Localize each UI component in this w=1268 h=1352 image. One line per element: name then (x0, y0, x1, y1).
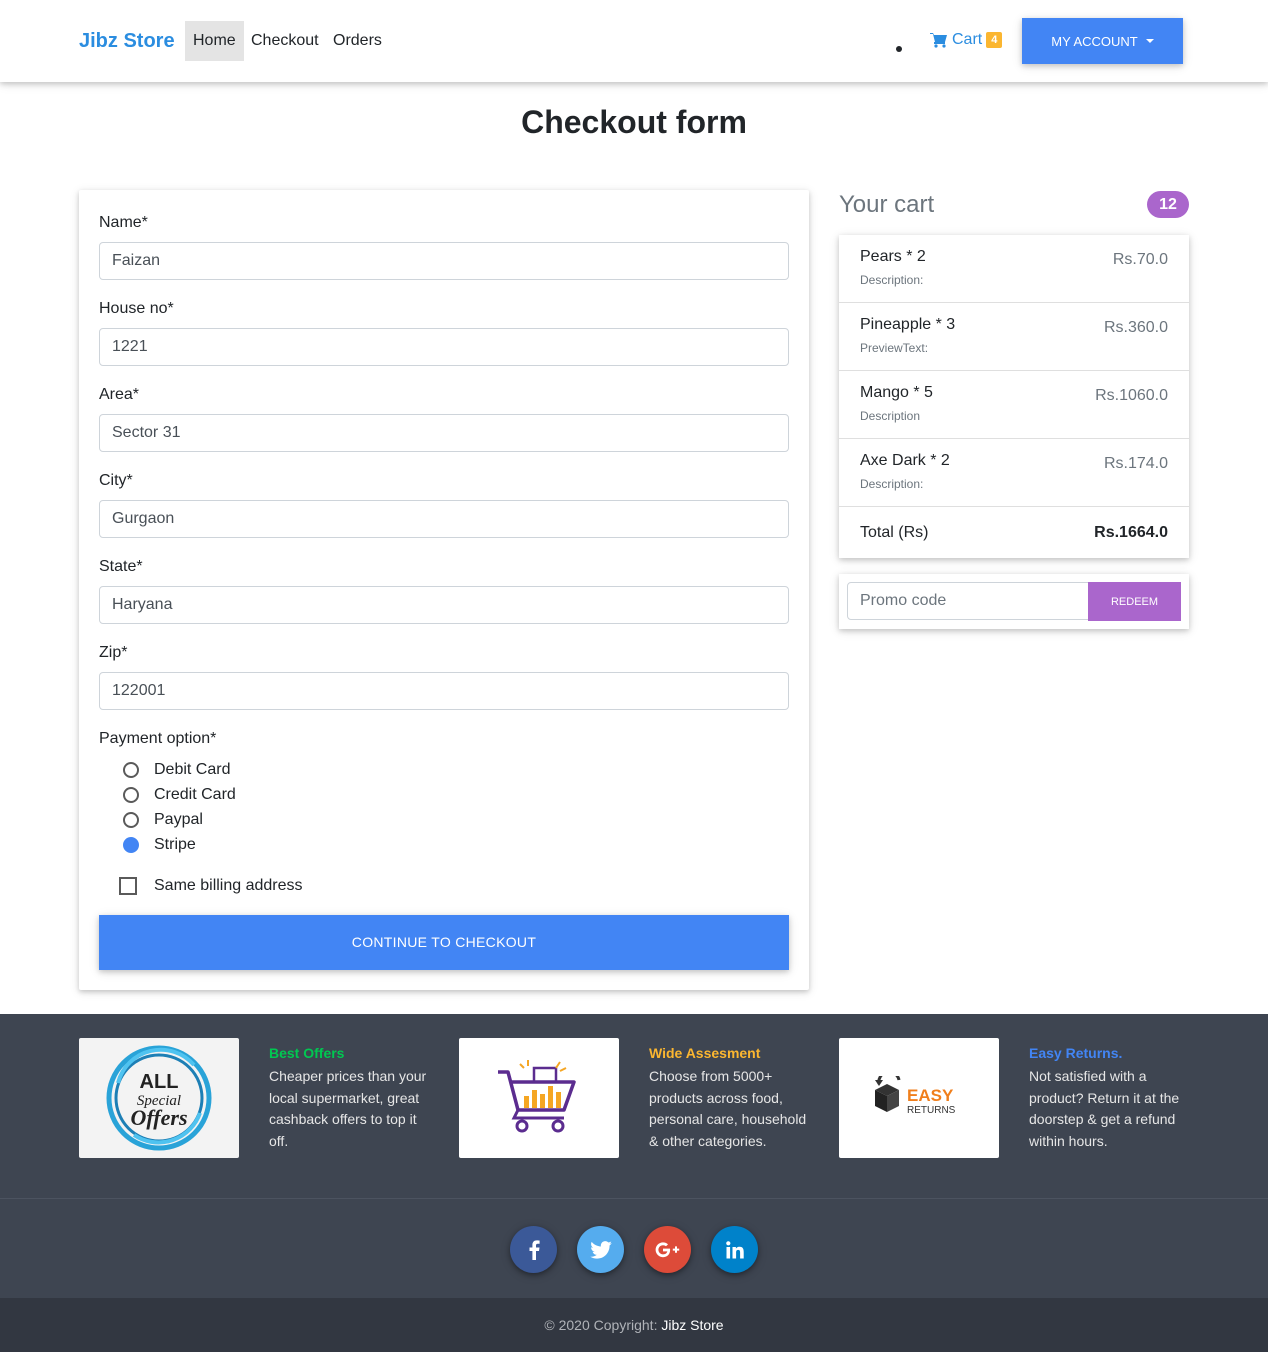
cart-list: Pears * 2 Description: Rs.70.0 Pineapple… (839, 235, 1189, 558)
radio-label: Debit Card (154, 761, 231, 778)
cart-label: Cart (952, 31, 983, 48)
nav-checkout[interactable]: Checkout (243, 21, 327, 61)
logo-text-returns: RETURNS (907, 1105, 956, 1116)
state-input[interactable] (99, 586, 789, 624)
badge-text-all: ALL (140, 1071, 179, 1093)
redeem-button[interactable]: REDEEM (1088, 582, 1181, 621)
linkedin-button[interactable] (711, 1226, 758, 1273)
cart-link[interactable]: Cart 4 (930, 31, 1003, 49)
nav-bullet (896, 46, 902, 52)
cart-count-pill: 12 (1147, 191, 1189, 218)
cart-total-label: Total (Rs) (860, 524, 929, 541)
facebook-icon (529, 1239, 540, 1260)
twitter-icon (589, 1240, 612, 1259)
cart-item-desc: PreviewText: (860, 341, 929, 355)
payment-option-label: Payment option* (99, 730, 217, 747)
radio-credit-card[interactable]: Credit Card (123, 786, 236, 804)
google-plus-button[interactable] (644, 1226, 691, 1273)
cart-item-name: Mango * 5 (860, 384, 933, 401)
assortment-image (459, 1038, 619, 1158)
name-input[interactable] (99, 242, 789, 280)
feature-text-returns: Not satisfied with a product? Return it … (1029, 1068, 1180, 1149)
area-label: Area* (99, 386, 140, 403)
cart-item: Mango * 5 Description Rs.1060.0 (839, 371, 1189, 439)
cart-item: Pears * 2 Description: Rs.70.0 (839, 235, 1189, 303)
promo-card: REDEEM (839, 574, 1189, 629)
logo-text-easy: EASY (907, 1086, 954, 1105)
cart-item-price: Rs.70.0 (1112, 251, 1168, 268)
feature-title-assortment: Wide Assesment (649, 1045, 761, 1061)
radio-circle[interactable] (123, 787, 139, 803)
same-billing-checkbox-row[interactable]: Same billing address (119, 877, 303, 895)
same-billing-checkbox[interactable] (119, 877, 137, 895)
cart-title: Your cart (839, 191, 935, 218)
cart-count-badge: 4 (986, 32, 1003, 48)
footer-features: ALL Special Offers Best Offers Cheaper p… (0, 1014, 1268, 1198)
radio-paypal[interactable]: Paypal (123, 811, 203, 829)
feature-title-returns: Easy Returns. (1029, 1045, 1123, 1061)
special-offers-image: ALL Special Offers (79, 1038, 239, 1158)
page-title: Checkout form (521, 104, 747, 140)
cart-item-price: Rs.1060.0 (1095, 387, 1168, 404)
feature-text-assortment: Choose from 5000+ products across food, … (649, 1068, 807, 1149)
cart-item: Pineapple * 3 PreviewText: Rs.360.0 (839, 303, 1189, 371)
twitter-button[interactable] (577, 1226, 624, 1273)
same-billing-label: Same billing address (154, 877, 303, 894)
state-label: State* (99, 558, 143, 575)
nav-home[interactable]: Home (185, 21, 244, 61)
radio-label: Credit Card (154, 786, 236, 803)
caret-down-icon (1145, 39, 1154, 43)
zip-label: Zip* (99, 644, 128, 661)
cart-item-name: Pineapple * 3 (860, 316, 956, 333)
area-input[interactable] (99, 414, 789, 452)
promo-code-input[interactable] (847, 582, 1089, 620)
cart-total-row: Total (Rs) Rs.1664.0 (839, 507, 1189, 558)
cart-item-desc: Description (860, 409, 921, 423)
cart-item-name: Pears * 2 (860, 248, 926, 265)
cart-item: Axe Dark * 2 Description: Rs.174.0 (839, 439, 1189, 507)
cart-item-price: Rs.174.0 (1103, 455, 1168, 472)
cart-total-value: Rs.1664.0 (1094, 524, 1168, 541)
radio-debit-card[interactable]: Debit Card (123, 761, 230, 779)
radio-circle[interactable] (123, 762, 139, 778)
copyright-link[interactable]: Jibz Store (661, 1317, 723, 1333)
navbar: Jibz Store Home Checkout Orders Cart 4 M… (0, 0, 1268, 82)
continue-to-checkout-button[interactable]: CONTINUE TO CHECKOUT (99, 915, 789, 970)
feature-text-offers: Cheaper prices than your local supermark… (269, 1068, 427, 1149)
checkout-form: Name* House no* Area* City* State* Zip* … (79, 190, 809, 990)
radio-stripe[interactable]: Stripe (123, 836, 196, 854)
my-account-dropdown[interactable]: MY ACCOUNT (1022, 18, 1183, 64)
city-input[interactable] (99, 500, 789, 538)
easy-returns-image: EASY RETURNS (839, 1038, 999, 1158)
radio-label: Paypal (154, 811, 203, 828)
cart-item-name: Axe Dark * 2 (860, 452, 950, 469)
shopping-cart-icon (930, 33, 947, 48)
easy-returns-logo-icon: EASY RETURNS (875, 1076, 956, 1116)
feature-title-offers: Best Offers (269, 1045, 345, 1061)
my-account-label: MY ACCOUNT (1051, 33, 1138, 49)
nav-orders[interactable]: Orders (325, 21, 390, 61)
house-no-input[interactable] (99, 328, 789, 366)
special-offers-badge-icon: ALL Special Offers (106, 1045, 212, 1151)
facebook-button[interactable] (510, 1226, 557, 1273)
cart-item-price: Rs.360.0 (1103, 319, 1168, 336)
radio-label: Stripe (154, 836, 196, 853)
cart-item-desc: Description: (860, 273, 924, 287)
cart-item-desc: Description: (860, 477, 924, 491)
footer-social (0, 1198, 1268, 1298)
zip-input[interactable] (99, 672, 789, 710)
house-no-label: House no* (99, 300, 174, 317)
google-plus-icon (655, 1241, 679, 1257)
footer-copyright: © 2020 Copyright: Jibz Store (0, 1298, 1268, 1352)
copyright-text: © 2020 Copyright: (544, 1317, 658, 1333)
brand-logo[interactable]: Jibz Store (79, 30, 175, 53)
shopping-cart-illustration-icon (498, 1060, 576, 1133)
name-label: Name* (99, 214, 148, 231)
badge-text-offers: Offers (130, 1105, 187, 1130)
radio-circle-selected[interactable] (123, 837, 139, 853)
linkedin-icon (725, 1240, 744, 1258)
city-label: City* (99, 472, 133, 489)
radio-circle[interactable] (123, 812, 139, 828)
